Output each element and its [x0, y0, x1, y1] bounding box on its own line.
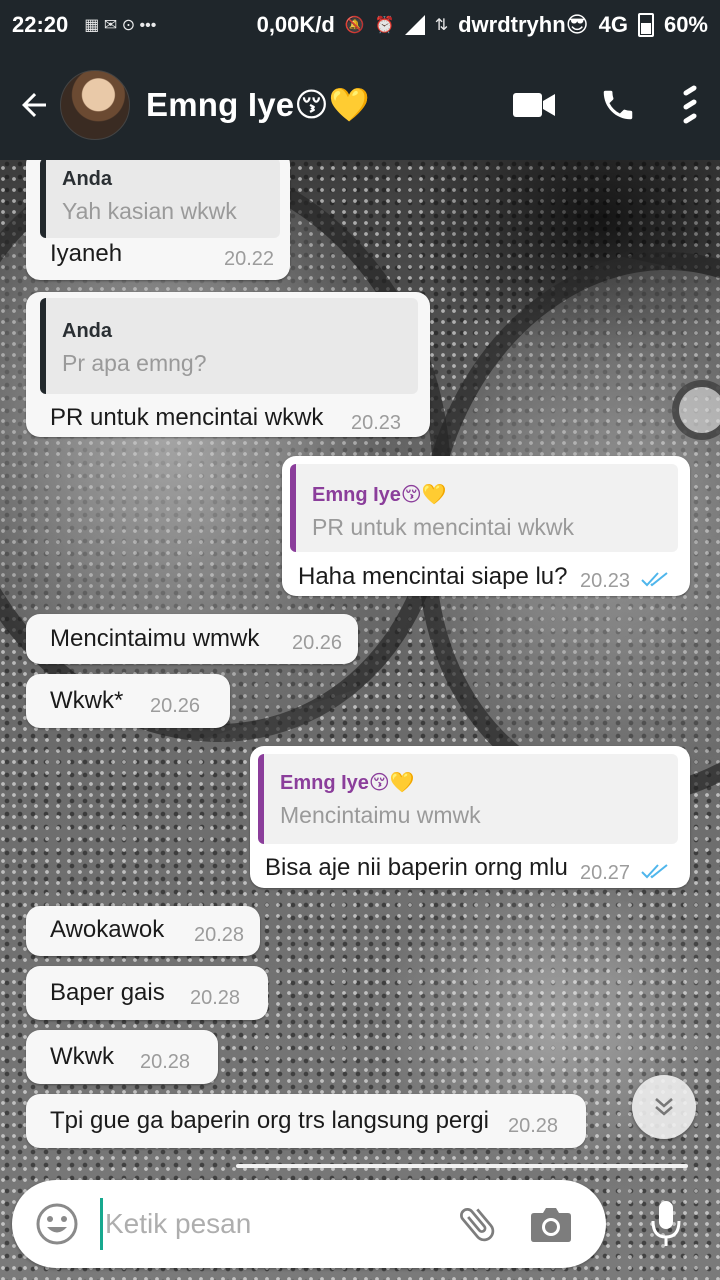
- voice-call-icon[interactable]: [576, 65, 660, 145]
- battery-level: 60%: [663, 12, 708, 37]
- message-time: 20.28: [140, 1051, 191, 1073]
- quote-text: Mencintaimu wmwk: [280, 802, 481, 828]
- back-arrow-icon[interactable]: [4, 75, 64, 135]
- overflow-menu-icon[interactable]: [660, 65, 720, 145]
- message-text: Tpi gue ga baperin org trs langsung perg…: [50, 1107, 489, 1134]
- mic-icon[interactable]: [634, 1186, 698, 1262]
- camera-icon[interactable]: [521, 1194, 581, 1254]
- quote-author: Anda: [62, 320, 112, 342]
- message-time: 20.23: [580, 570, 631, 592]
- incoming-message[interactable]: Tpi gue ga baperin org trs langsung perg…: [26, 1094, 586, 1148]
- quote-author: Anda: [62, 168, 112, 190]
- message-text: Wkwk: [50, 1043, 114, 1070]
- quote-text: Pr apa emng?: [62, 350, 207, 376]
- attach-icon[interactable]: [447, 1194, 507, 1254]
- incoming-message[interactable]: Awokawok 20.28: [26, 906, 260, 956]
- quoted-message[interactable]: Emng Iye😚💛 Mencintaimu wmwk: [258, 754, 678, 844]
- signal-icon: [404, 15, 425, 35]
- read-receipt-icon: [641, 572, 668, 587]
- message-text: Haha mencintai siape lu?: [298, 563, 568, 590]
- double-chevron-down-icon: [655, 1098, 673, 1116]
- message-text: Baper gais: [50, 979, 165, 1006]
- message-list[interactable]: Anda Yah kasian wkwk Iyaneh 20.22 Anda P…: [0, 150, 720, 1165]
- message-time: 20.23: [351, 412, 402, 434]
- message-text: Mencintaimu wmwk: [50, 625, 260, 652]
- status-bar: 22:20 ▦ ✉ ⊙ ••• 0,00K/d 🔕 ⏰ ⇅ dwrdtryhn😎…: [0, 0, 720, 50]
- message-text: Wkwk*: [50, 687, 124, 714]
- alarm-icon: ⏰: [374, 17, 395, 34]
- message-time: 20.27: [580, 862, 631, 884]
- message-composer: [12, 1180, 606, 1268]
- contact-avatar[interactable]: [60, 70, 130, 140]
- status-time: 22:20: [12, 12, 69, 37]
- outgoing-message[interactable]: Emng Iye😚💛 Mencintaimu wmwk Bisa aje nii…: [250, 746, 690, 888]
- message-time: 20.26: [292, 632, 343, 654]
- quote-text: PR untuk mencintai wkwk: [312, 514, 575, 540]
- incoming-message[interactable]: Anda Yah kasian wkwk Iyaneh 20.22: [26, 150, 290, 280]
- composer-divider: [236, 1164, 688, 1168]
- chat-header: Emng Iye😚💛: [0, 50, 720, 160]
- message-text: Bisa aje nii baperin orng mlu: [265, 854, 568, 881]
- message-time: 20.28: [508, 1115, 559, 1137]
- incoming-message[interactable]: Wkwk 20.28: [26, 1030, 218, 1084]
- outgoing-message[interactable]: Emng Iye😚💛 PR untuk mencintai wkwk Haha …: [282, 456, 690, 596]
- contact-name[interactable]: Emng Iye😚💛: [146, 85, 370, 125]
- message-time: 20.26: [150, 695, 201, 717]
- data-arrows-icon: ⇅: [434, 17, 449, 34]
- mute-icon: 🔕: [344, 17, 365, 34]
- message-time: 20.22: [224, 248, 275, 270]
- battery-icon: [637, 13, 654, 37]
- network-speed: 0,00K/d: [256, 12, 335, 37]
- incoming-message[interactable]: Wkwk* 20.26: [26, 674, 230, 728]
- message-time: 20.28: [194, 924, 245, 946]
- carrier-name: dwrdtryhn😎: [458, 12, 589, 37]
- quoted-message[interactable]: Anda Yah kasian wkwk: [40, 158, 280, 238]
- network-type: 4G: [598, 12, 628, 37]
- message-text: Iyaneh: [50, 240, 123, 267]
- emoji-icon[interactable]: [22, 1189, 92, 1259]
- quote-author: Emng Iye😚💛: [280, 772, 415, 794]
- message-input[interactable]: [100, 1198, 437, 1250]
- quoted-message[interactable]: Anda Pr apa emng?: [40, 298, 418, 394]
- message-text: PR untuk mencintai wkwk: [50, 404, 324, 431]
- message-text: Awokawok: [50, 916, 165, 943]
- quote-text: Yah kasian wkwk: [62, 198, 237, 224]
- notification-icons: ▦ ✉ ⊙ •••: [84, 17, 157, 34]
- quote-author: Emng Iye😚💛: [312, 484, 447, 506]
- video-call-icon[interactable]: [492, 65, 576, 145]
- incoming-message[interactable]: Anda Pr apa emng? PR untuk mencintai wkw…: [26, 292, 430, 437]
- scroll-to-bottom-button[interactable]: [632, 1075, 696, 1139]
- quoted-message[interactable]: Emng Iye😚💛 PR untuk mencintai wkwk: [290, 464, 678, 552]
- incoming-message[interactable]: Mencintaimu wmwk 20.26: [26, 614, 358, 664]
- read-receipt-icon: [641, 864, 668, 879]
- message-time: 20.28: [190, 987, 241, 1009]
- incoming-message[interactable]: Baper gais 20.28: [26, 966, 268, 1020]
